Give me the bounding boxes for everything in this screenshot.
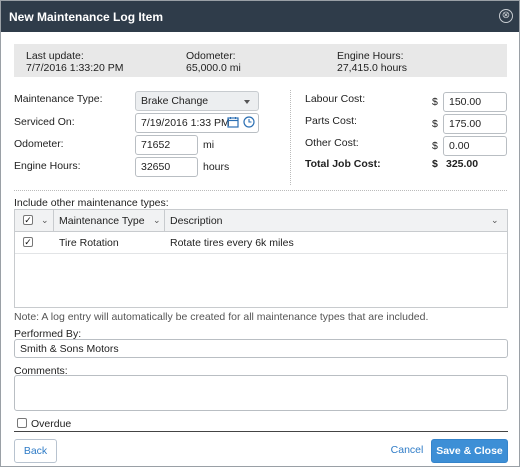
select-all-checkbox[interactable]: ✓ — [23, 215, 33, 225]
grid-column-separator — [53, 210, 54, 232]
engine-hours-label: Engine Hours: — [14, 160, 81, 172]
overdue-checkbox[interactable] — [17, 418, 27, 428]
labour-cost-input[interactable]: 150.00 — [443, 92, 507, 112]
row-maintenance-type: Tire Rotation — [59, 237, 119, 249]
serviced-on-value: 7/19/2016 1:33 PM — [141, 117, 230, 129]
engine-hours-input-value: 32650 — [141, 161, 171, 173]
chevron-down-icon[interactable]: ⌄ — [153, 215, 161, 226]
chevron-down-icon[interactable]: ⌄ — [41, 215, 49, 226]
labour-cost-label: Labour Cost: — [305, 93, 366, 105]
footer-divider — [14, 431, 508, 432]
cancel-button[interactable]: Cancel — [387, 439, 427, 463]
save-close-button[interactable]: Save & Close — [431, 439, 508, 463]
performed-by-input[interactable]: Smith & Sons Motors — [14, 339, 508, 358]
dialog-titlebar: New Maintenance Log Item ⊗ — [1, 1, 519, 32]
parts-cost-input[interactable]: 175.00 — [443, 114, 507, 134]
clock-icon[interactable] — [243, 116, 256, 129]
overdue-label: Overdue — [31, 418, 72, 430]
column-header-type[interactable]: Maintenance Type — [59, 215, 145, 227]
odometer-unit: mi — [203, 139, 215, 151]
total-cost-value: 325.00 — [446, 158, 479, 170]
odometer-input[interactable]: 71652 — [135, 135, 198, 155]
chevron-down-icon[interactable]: ⌄ — [491, 215, 499, 226]
grid-note: Note: A log entry will automatically be … — [14, 311, 429, 323]
odometer-label: Odometer: — [14, 138, 64, 150]
info-odometer-label: Odometer: — [186, 50, 236, 62]
total-cost-label: Total Job Cost: — [305, 158, 381, 170]
parts-currency: $ — [432, 118, 438, 130]
other-types-heading: Include other maintenance types: — [14, 197, 169, 209]
section-divider — [14, 190, 507, 191]
other-cost-label: Other Cost: — [305, 137, 359, 149]
parts-cost-label: Parts Cost: — [305, 115, 357, 127]
parts-cost-value: 175.00 — [449, 118, 482, 130]
serviced-on-field[interactable]: 7/19/2016 1:33 PM — [135, 113, 259, 133]
column-header-description[interactable]: Description — [170, 215, 223, 227]
row-description: Rotate tires every 6k miles — [170, 237, 294, 249]
last-update-label: Last update: — [26, 50, 84, 62]
other-cost-value: 0.00 — [449, 140, 470, 152]
engine-hours-input[interactable]: 32650 — [135, 157, 198, 177]
chevron-down-icon — [244, 100, 250, 104]
performed-by-value: Smith & Sons Motors — [20, 343, 119, 355]
info-engine-hours-label: Engine Hours: — [337, 50, 404, 62]
table-row[interactable]: ✓ Tire Rotation Rotate tires every 6k mi… — [15, 232, 507, 254]
close-icon[interactable]: ⊗ — [499, 9, 513, 23]
maintenance-type-value: Brake Change — [141, 95, 209, 107]
grid-column-separator — [164, 210, 165, 232]
total-currency: $ — [432, 158, 438, 170]
engine-hours-unit: hours — [203, 161, 230, 173]
labour-cost-value: 150.00 — [449, 96, 482, 108]
back-button[interactable]: Back — [14, 439, 57, 463]
other-currency: $ — [432, 140, 438, 152]
serviced-on-label: Serviced On: — [14, 116, 75, 128]
labour-currency: $ — [432, 96, 438, 108]
calendar-icon[interactable] — [227, 116, 240, 129]
grid-header: ✓ ⌄ Maintenance Type ⌄ Description ⌄ — [15, 210, 507, 232]
info-engine-hours-value: 27,415.0 hours — [337, 62, 408, 74]
last-update-value: 7/7/2016 1:33:20 PM — [26, 62, 124, 74]
info-summary-bar: Last update: 7/7/2016 1:33:20 PM Odomete… — [14, 44, 507, 77]
column-divider — [290, 90, 291, 185]
maintenance-types-grid: ✓ ⌄ Maintenance Type ⌄ Description ⌄ ✓ T… — [14, 209, 508, 308]
maintenance-type-label: Maintenance Type: — [14, 93, 103, 105]
odometer-input-value: 71652 — [141, 139, 171, 151]
comments-textarea[interactable] — [14, 375, 508, 411]
row-checkbox[interactable]: ✓ — [23, 237, 33, 247]
maintenance-log-dialog: New Maintenance Log Item ⊗ Last update: … — [0, 0, 520, 467]
info-odometer-value: 65,000.0 mi — [186, 62, 241, 74]
dialog-title: New Maintenance Log Item — [9, 10, 164, 24]
maintenance-type-select[interactable]: Brake Change — [135, 91, 259, 111]
other-cost-input[interactable]: 0.00 — [443, 136, 507, 156]
